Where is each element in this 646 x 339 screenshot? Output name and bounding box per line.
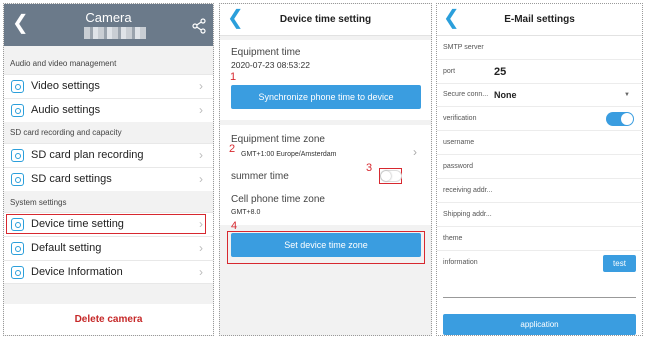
delete-camera-button[interactable]: Delete camera [4,304,213,335]
equipment-timezone-value[interactable]: GMT+1:00 Europe/Amsterdam [241,151,337,158]
item-label: Video settings [31,80,100,92]
chevron-right-icon: › [199,103,203,117]
marker-3: 3 [366,162,373,174]
equipment-time-block: Equipment time 2020-07-23 08:53:22 1 Syn… [220,40,431,120]
password-row[interactable]: password [437,156,642,179]
secure-connection-row[interactable]: Secure conn... None ▼ [437,84,642,107]
page-title: E-Mail settings [504,14,575,25]
video-icon [11,80,24,93]
section-heading: SD card recording and capacity [10,128,122,137]
row-label: receiving addr... [443,187,493,194]
video-settings-item[interactable]: Video settings › [4,74,213,98]
camera-record-icon [11,149,24,162]
row-label: theme [443,235,463,242]
chevron-right-icon: › [199,172,203,186]
page-title: Device time setting [279,14,372,25]
chevron-right-icon: › [199,148,203,162]
row-label: username [443,139,475,146]
chevron-right-icon: › [199,241,203,255]
speaker-icon [11,104,24,117]
application-button[interactable]: application [443,314,636,335]
shipping-address-row[interactable]: Shipping addr... [437,204,642,227]
email-settings-panel: ❮ E-Mail settings SMTP server port 25 Se… [436,3,643,336]
item-label: SD card settings [31,173,112,185]
device-time-header: ❮ Device time setting [220,4,431,36]
equipment-time-value: 2020-07-23 08:53:22 [231,60,310,70]
username-row[interactable]: username [437,132,642,155]
verification-row: verification [437,108,642,131]
divider [443,297,636,298]
secure-connection-value: None [494,90,517,100]
smtp-server-row[interactable]: SMTP server [437,37,642,60]
marker-1: 1 [230,71,237,83]
email-header: ❮ E-Mail settings [437,4,642,36]
timezone-block: Equipment time zone 2 GMT+1:00 Europe/Am… [220,125,431,225]
chevron-right-icon: › [199,265,203,279]
camera-title: Camera [85,10,132,25]
device-id-redacted [84,27,146,39]
row-label: information [443,259,478,266]
theme-row[interactable]: theme [437,228,642,251]
summer-time-toggle[interactable] [380,170,402,182]
information-row[interactable]: information test [437,252,642,275]
section-heading: Audio and video management [10,59,117,68]
port-value[interactable]: 25 [494,66,506,78]
summer-time-label: summer time [231,171,289,182]
receiving-address-row[interactable]: receiving addr... [437,180,642,203]
reset-icon [11,242,24,255]
item-label: Device Information [31,266,123,278]
section-heading: System settings [10,198,67,207]
verification-toggle[interactable] [606,112,634,126]
device-information-item[interactable]: Device Information › [4,260,213,284]
equipment-timezone-label: Equipment time zone [231,134,325,145]
device-time-panel: ❮ Device time setting Equipment time 202… [219,3,432,336]
camera-header: ❮ Camera [4,4,213,46]
item-label: Default setting [31,242,102,254]
sd-card-settings-item[interactable]: SD card settings › [4,167,213,191]
sd-card-plan-recording-item[interactable]: SD card plan recording › [4,143,213,167]
default-setting-item[interactable]: Default setting › [4,236,213,260]
highlight-box [6,214,206,234]
sync-time-button[interactable]: Synchronize phone time to device [231,85,421,109]
test-button[interactable]: test [603,255,636,272]
share-icon[interactable] [191,18,207,34]
equipment-time-label: Equipment time [231,47,301,58]
cell-timezone-label: Cell phone time zone [231,194,325,205]
chevron-right-icon: › [413,145,417,159]
row-label: password [443,163,473,170]
port-row[interactable]: port 25 [437,61,642,84]
marker-2: 2 [229,143,236,155]
row-label: verification [443,115,477,122]
item-label: SD card plan recording [31,149,144,161]
row-label: port [443,68,456,75]
audio-settings-item[interactable]: Audio settings › [4,98,213,122]
dropdown-arrow-icon[interactable]: ▼ [624,92,630,98]
cell-timezone-value: GMT+8.0 [231,209,261,216]
row-label: Shipping addr... [443,211,492,218]
set-timezone-button[interactable]: Set device time zone [231,233,421,257]
chevron-right-icon: › [199,79,203,93]
sd-card-icon [11,173,24,186]
camera-settings-panel: ❮ Camera Audio and video management Vide… [3,3,214,336]
item-label: Audio settings [31,104,101,116]
info-icon [11,266,24,279]
row-label: Secure conn... [443,91,489,98]
row-label: SMTP server [443,44,484,51]
